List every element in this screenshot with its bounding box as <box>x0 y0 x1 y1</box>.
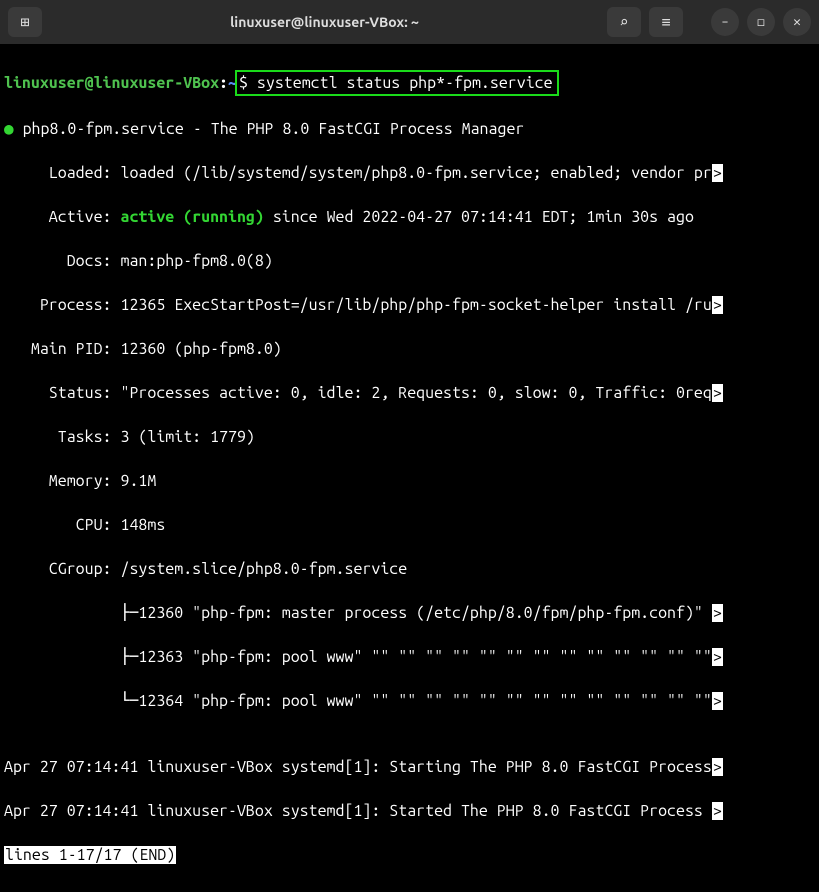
docs-line: Docs: man:php-fpm8.0(8) <box>4 250 815 272</box>
mainpid-line: Main PID: 12360 (php-fpm8.0) <box>4 338 815 360</box>
service-header-line: ● php8.0-fpm.service - The PHP 8.0 FastC… <box>4 118 815 140</box>
truncation-indicator: > <box>712 296 723 314</box>
pager-status: lines 1-17/17 (END) <box>4 846 176 864</box>
titlebar: ⊞ linuxuser@linuxuser-VBox: ~ ⌕ ≡ – ◻ ✕ <box>0 0 819 44</box>
menu-button[interactable]: ≡ <box>649 7 683 37</box>
cgroup-tree-3: └─12364 "php-fpm: pool www" "" "" "" "" … <box>4 690 815 712</box>
process-line: Process: 12365 ExecStartPost=/usr/lib/ph… <box>4 294 815 316</box>
prompt-colon: : <box>219 74 228 92</box>
cgroup-line: CGroup: /system.slice/php8.0-fpm.service <box>4 558 815 580</box>
status-line: Status: "Processes active: 0, idle: 2, R… <box>4 382 815 404</box>
close-button[interactable]: ✕ <box>783 8 811 36</box>
truncation-indicator: > <box>712 604 723 622</box>
truncation-indicator: > <box>712 164 723 182</box>
tasks-line: Tasks: 3 (limit: 1779) <box>4 426 815 448</box>
prompt-dollar: $ <box>239 74 257 92</box>
status-bullet-icon: ● <box>4 120 14 138</box>
cgroup-tree-1: ├─12360 "php-fpm: master process (/etc/p… <box>4 602 815 624</box>
minimize-button[interactable]: – <box>711 8 739 36</box>
truncation-indicator: > <box>712 692 723 710</box>
truncation-indicator: > <box>712 648 723 666</box>
maximize-icon: ◻ <box>757 15 765 30</box>
prompt-user: linuxuser@linuxuser-VBox <box>4 74 219 92</box>
memory-line: Memory: 9.1M <box>4 470 815 492</box>
command-highlight: $ systemctl status php*-fpm.service <box>235 70 559 96</box>
active-line: Active: active (running) since Wed 2022-… <box>4 206 815 228</box>
cgroup-tree-2: ├─12363 "php-fpm: pool www" "" "" "" "" … <box>4 646 815 668</box>
minimize-icon: – <box>721 15 728 29</box>
log-line-1: Apr 27 07:14:41 linuxuser-VBox systemd[1… <box>4 756 815 778</box>
pager-line: lines 1-17/17 (END) <box>4 844 815 866</box>
maximize-button[interactable]: ◻ <box>747 8 775 36</box>
command-text: systemctl status php*-fpm.service <box>257 74 553 92</box>
window-title: linuxuser@linuxuser-VBox: ~ <box>50 14 599 30</box>
close-icon: ✕ <box>793 15 801 30</box>
search-button[interactable]: ⌕ <box>607 7 641 37</box>
truncation-indicator: > <box>712 384 723 402</box>
terminal-area[interactable]: linuxuser@linuxuser-VBox:~$ systemctl st… <box>0 44 819 892</box>
prompt-line: linuxuser@linuxuser-VBox:~$ systemctl st… <box>4 70 815 96</box>
truncation-indicator: > <box>712 802 723 820</box>
new-tab-button[interactable]: ⊞ <box>8 7 42 37</box>
cpu-line: CPU: 148ms <box>4 514 815 536</box>
service-header: php8.0-fpm.service - The PHP 8.0 FastCGI… <box>14 120 525 138</box>
search-icon: ⌕ <box>619 13 628 31</box>
truncation-indicator: > <box>712 758 723 776</box>
menu-icon: ≡ <box>661 13 670 31</box>
log-line-2: Apr 27 07:14:41 linuxuser-VBox systemd[1… <box>4 800 815 822</box>
active-status: active (running) <box>120 208 263 226</box>
new-tab-icon: ⊞ <box>20 13 29 31</box>
loaded-line: Loaded: loaded (/lib/systemd/system/php8… <box>4 162 815 184</box>
